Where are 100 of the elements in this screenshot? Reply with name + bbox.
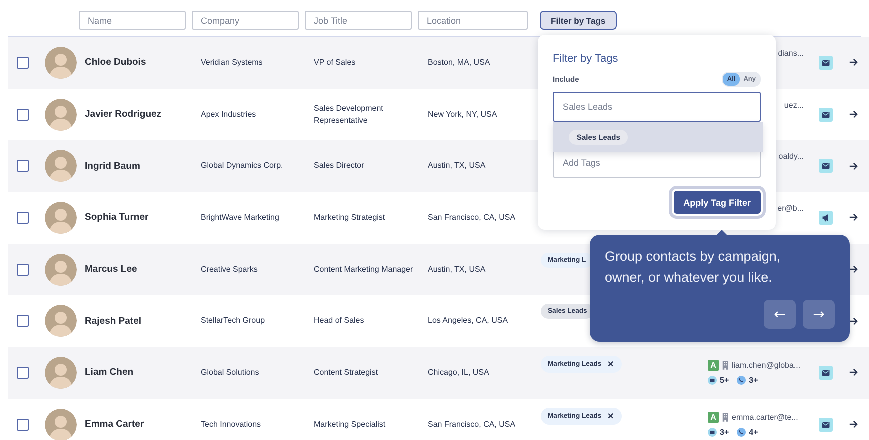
arrow-right-icon[interactable] bbox=[848, 316, 858, 326]
row-checkbox[interactable] bbox=[16, 56, 28, 69]
company-cell: StellarTech Group bbox=[201, 316, 266, 326]
job-title-cell: Sales Development Representative bbox=[314, 104, 384, 125]
email-count: 3+ bbox=[720, 428, 730, 438]
contact-name: Ingrid Baum bbox=[85, 160, 140, 172]
location-cell: Austin, TX, USA bbox=[428, 264, 486, 274]
envelope-icon bbox=[822, 370, 830, 376]
contact-name: Rajesh Patel bbox=[85, 316, 142, 327]
envelope-icon bbox=[822, 112, 830, 118]
next-button[interactable]: → bbox=[803, 300, 835, 329]
company-cell: Apex Industries bbox=[201, 110, 256, 119]
job-title-cell: Content Marketing Manager bbox=[314, 264, 414, 274]
add-tags-field[interactable]: Add Tags bbox=[554, 152, 760, 174]
tag-search-field[interactable]: Sales Leads bbox=[553, 92, 761, 122]
email-count-icon bbox=[708, 376, 717, 386]
location-cell: Austin, TX, USA bbox=[428, 161, 486, 170]
company-cell: Veridian Systems bbox=[201, 58, 263, 67]
apply-tag-filter-button[interactable]: Apply Tag Filter bbox=[672, 189, 763, 216]
arrow-right-icon[interactable] bbox=[848, 110, 858, 120]
row-checkbox[interactable] bbox=[16, 264, 28, 276]
filter-field[interactable]: Job Title bbox=[305, 11, 412, 30]
job-title-cell: VP of Sales bbox=[314, 58, 356, 67]
email-button[interactable] bbox=[819, 366, 833, 380]
company-cell: BrightWave Marketing bbox=[201, 212, 280, 222]
phone-count-icon bbox=[737, 428, 746, 438]
email-button[interactable] bbox=[819, 418, 833, 432]
envelope-icon bbox=[822, 60, 830, 66]
row-checkbox[interactable] bbox=[16, 160, 28, 172]
avatar bbox=[45, 150, 77, 182]
remove-tag-button[interactable]: ✕ bbox=[608, 412, 615, 421]
megaphone-button[interactable] bbox=[819, 210, 833, 225]
email-count: 5+ bbox=[720, 376, 730, 386]
email-text: er@b... bbox=[778, 204, 804, 213]
phone-count: 3+ bbox=[749, 376, 758, 386]
status-badge: A bbox=[708, 360, 719, 372]
location-cell: Los Angeles, CA, USA bbox=[428, 316, 508, 326]
contact-name: Javier Rodriguez bbox=[85, 109, 162, 120]
job-title-cell: Head of Sales bbox=[314, 316, 364, 326]
location-cell: Boston, MA, USA bbox=[428, 58, 490, 67]
remove-tag-button[interactable]: ✕ bbox=[608, 360, 615, 370]
tooltip-text: Group contacts by campaign, owner, or whatever you like. bbox=[605, 248, 782, 287]
envelope-icon bbox=[822, 422, 830, 428]
email-text: liam.chen@globa... bbox=[732, 361, 801, 370]
previous-button[interactable]: ← bbox=[764, 300, 796, 329]
company-cell: Global Solutions bbox=[201, 368, 260, 377]
job-title-cell: Marketing Strategist bbox=[314, 212, 386, 222]
arrow-right-icon[interactable] bbox=[848, 162, 858, 171]
avatar bbox=[45, 356, 77, 389]
row-checkbox[interactable] bbox=[16, 315, 28, 328]
arrow-right-icon[interactable] bbox=[848, 420, 858, 430]
contact-name: Marcus Lee bbox=[85, 264, 138, 276]
phone-count-icon bbox=[737, 376, 746, 386]
job-title-cell: Marketing Specialist bbox=[314, 420, 386, 429]
avatar bbox=[45, 408, 77, 440]
location-cell: San Francisco, CA, USA bbox=[428, 212, 516, 222]
email-button[interactable] bbox=[819, 159, 833, 174]
row-checkbox[interactable] bbox=[16, 212, 28, 224]
company-cell: Creative Sparks bbox=[201, 264, 258, 274]
building-icon bbox=[722, 361, 729, 370]
email-text: oaldy... bbox=[778, 152, 804, 162]
avatar bbox=[45, 46, 77, 79]
phone-count: 4+ bbox=[749, 428, 758, 438]
avatar bbox=[45, 305, 77, 338]
popover-title: Filter by Tags bbox=[553, 53, 620, 65]
contact-name: Emma Carter bbox=[85, 419, 144, 430]
row-checkbox[interactable] bbox=[16, 418, 28, 431]
filter-field[interactable]: Location bbox=[418, 11, 528, 30]
megaphone-icon bbox=[822, 214, 830, 222]
email-text: dians... bbox=[778, 48, 804, 58]
email-button[interactable] bbox=[819, 108, 833, 122]
contact-name: Liam Chen bbox=[85, 367, 134, 378]
location-cell: Chicago, IL, USA bbox=[428, 368, 490, 377]
email-count-icon bbox=[708, 428, 717, 438]
arrow-right-icon[interactable] bbox=[848, 58, 858, 68]
arrow-right-icon[interactable] bbox=[848, 265, 858, 274]
email-text: emma.carter@te... bbox=[732, 413, 798, 422]
avatar bbox=[45, 98, 77, 131]
building-icon bbox=[722, 413, 729, 422]
job-title-cell: Sales Director bbox=[314, 161, 364, 170]
status-badge: A bbox=[708, 412, 719, 424]
location-cell: San Francisco, CA, USA bbox=[428, 420, 516, 429]
arrow-right-icon[interactable] bbox=[848, 213, 858, 222]
job-title-cell: Content Strategist bbox=[314, 368, 378, 377]
avatar bbox=[45, 254, 77, 286]
avatar bbox=[45, 202, 77, 234]
row-checkbox[interactable] bbox=[16, 108, 28, 121]
company-cell: Global Dynamics Corp. bbox=[201, 161, 284, 170]
envelope-icon bbox=[822, 163, 830, 170]
filter-field[interactable]: Company bbox=[192, 11, 299, 30]
location-cell: New York, NY, USA bbox=[428, 110, 498, 119]
contact-name: Chloe Dubois bbox=[85, 57, 146, 68]
row-checkbox[interactable] bbox=[16, 366, 28, 379]
email-text: uez... bbox=[784, 100, 804, 110]
email-button[interactable] bbox=[819, 56, 833, 70]
filter-field[interactable]: Name bbox=[79, 11, 186, 30]
company-cell: Tech Innovations bbox=[201, 420, 262, 429]
contact-name: Sophia Turner bbox=[85, 212, 149, 224]
arrow-right-icon[interactable] bbox=[848, 368, 858, 378]
filter-by-tags-button[interactable]: Filter by Tags bbox=[540, 11, 617, 30]
